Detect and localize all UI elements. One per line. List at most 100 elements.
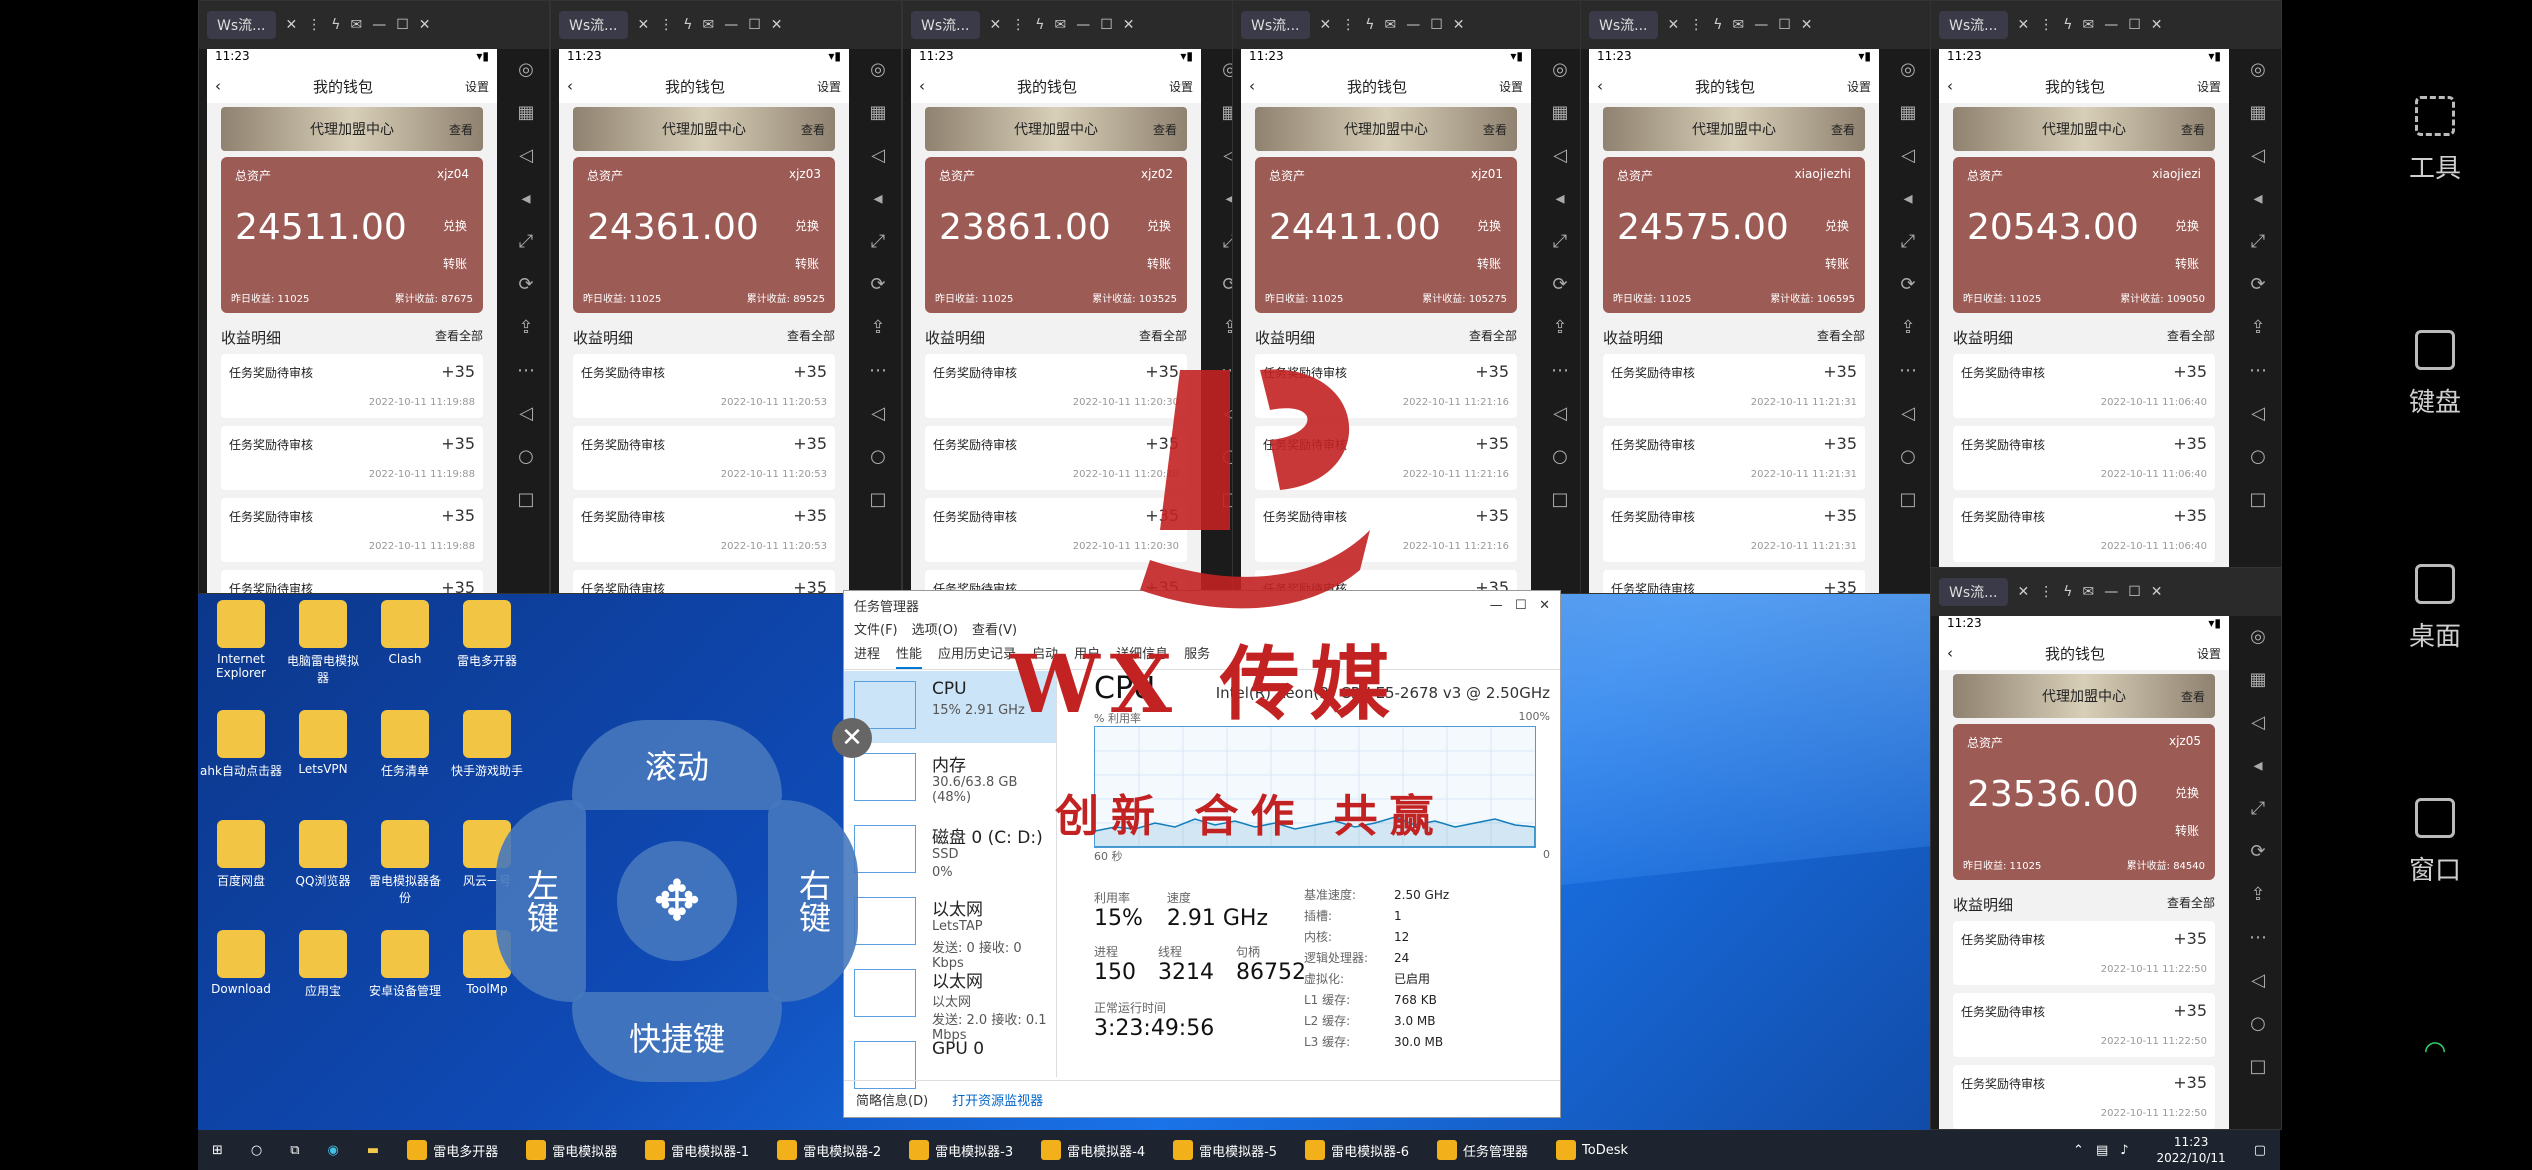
list-item[interactable]: 任务奖励待审核 +35 2022-10-11 11:19:88 <box>221 570 483 593</box>
exchange-button[interactable]: 兑换 <box>443 219 467 233</box>
fullscreen-icon[interactable]: ⤢ <box>871 231 885 252</box>
volume-down-icon[interactable]: ◂ <box>1555 188 1564 209</box>
recent-nav-icon[interactable]: □ <box>1551 489 1568 510</box>
install-icon[interactable]: ⇪ <box>1552 317 1567 338</box>
desktop-icon[interactable]: QQ浏览器 <box>282 820 364 889</box>
back-nav-icon[interactable]: ◁ <box>2251 970 2265 991</box>
desktop-icon[interactable]: 雷电多开器 <box>446 600 528 669</box>
exchange-button[interactable]: 兑换 <box>1477 219 1501 233</box>
resource-item[interactable]: 磁盘 0 (C: D:) SSD 0% <box>844 815 1056 887</box>
emulator-window[interactable]: Ws流... ✕ ⋮ ϟ ✉ — ☐ ✕ 11:23 ▾▮ ‹ 我的钱包 设置 代… <box>1930 0 2282 594</box>
list-item[interactable]: 任务奖励待审核 +35 2022-10-11 11:20:53 <box>573 570 835 593</box>
window-controls[interactable]: — ☐ ✕ <box>1490 598 1550 613</box>
tab-processes[interactable]: 进程 <box>854 643 880 669</box>
system-tray[interactable]: ⌃ ▤ ♪ <box>2059 1130 2143 1170</box>
left-click-button[interactable]: 左键 <box>496 800 586 1002</box>
more-icon[interactable]: ⋮ <box>2039 584 2053 600</box>
settings-link[interactable]: 设置 <box>2197 645 2221 662</box>
view-link[interactable]: 查看 <box>1831 121 1855 138</box>
minimize-icon[interactable]: — <box>2104 17 2118 33</box>
list-item[interactable]: 任务奖励待审核 +35 2022-10-11 11:22:50 <box>1953 993 2215 1057</box>
minimize-icon[interactable]: — <box>1754 17 1768 33</box>
list-item[interactable]: 任务奖励待审核 +35 2022-10-11 11:19:88 <box>221 498 483 562</box>
close-icon[interactable]: ✕ <box>2018 584 2030 600</box>
exchange-button[interactable]: 兑换 <box>2175 219 2199 233</box>
bolt-icon[interactable]: ϟ <box>2063 17 2072 33</box>
close-window-icon[interactable]: ✕ <box>771 17 783 33</box>
mail-icon[interactable]: ✉ <box>1732 17 1744 33</box>
taskbar-app[interactable]: 雷电模拟器-5 <box>1159 1130 1291 1170</box>
list-item[interactable]: 任务奖励待审核 +35 2022-10-11 11:06:40 <box>1953 498 2215 562</box>
back-nav-icon[interactable]: ◁ <box>519 403 533 424</box>
taskbar-app[interactable]: 雷电多开器 <box>393 1130 512 1170</box>
close-icon[interactable]: ✕ <box>990 17 1002 33</box>
install-icon[interactable]: ⇪ <box>2250 317 2265 338</box>
agent-banner[interactable]: 代理加盟中心 查看 <box>573 107 835 151</box>
tools-button[interactable]: 工具 <box>2380 96 2490 185</box>
more-icon[interactable]: ⋮ <box>659 17 673 33</box>
taskbar-app[interactable]: 雷电模拟器-3 <box>895 1130 1027 1170</box>
settings-link[interactable]: 设置 <box>1847 78 1871 95</box>
more-icon[interactable]: ⋯ <box>2249 927 2267 948</box>
emulator-tab[interactable]: Ws流... <box>1939 11 2008 39</box>
emulator-window[interactable]: Ws流... ✕ ⋮ ϟ ✉ — ☐ ✕ 11:23 ▾▮ ‹ 我的钱包 设置 代… <box>1930 567 2282 1130</box>
desktop-icon[interactable]: 安卓设备管理 <box>364 930 446 999</box>
more-icon[interactable]: ⋯ <box>1551 360 1569 381</box>
close-window-icon[interactable]: ✕ <box>2151 17 2163 33</box>
more-icon[interactable]: ⋯ <box>2249 360 2267 381</box>
tab-performance[interactable]: 性能 <box>896 643 923 669</box>
desktop-icon[interactable]: LetsVPN <box>282 710 364 776</box>
emulator-tab[interactable]: Ws流... <box>1241 11 1310 39</box>
emulator-titlebar[interactable]: Ws流... ✕ ⋮ ϟ ✉ — ☐ ✕ <box>199 1 549 49</box>
menu-options[interactable]: 选项(O) <box>912 619 958 643</box>
fullscreen-icon[interactable]: ⤢ <box>2251 798 2265 819</box>
volume-icon[interactable]: ◁ <box>2251 712 2265 733</box>
phone-screen[interactable]: 11:23 ▾▮ ‹ 我的钱包 设置 代理加盟中心 查看 总资产 xjz05 23… <box>1939 616 2229 1129</box>
keyboard-icon[interactable]: ▦ <box>2249 102 2266 123</box>
close-window-icon[interactable]: ✕ <box>419 17 431 33</box>
view-link[interactable]: 查看 <box>1483 121 1507 138</box>
emulator-titlebar[interactable]: Ws流... ✕ ⋮ ϟ ✉ — ☐ ✕ <box>1931 1 2281 49</box>
desktop-icon[interactable]: 百度网盘 <box>200 820 282 889</box>
close-window-icon[interactable]: ✕ <box>2151 584 2163 600</box>
desktop-icon[interactable]: 任务清单 <box>364 710 446 779</box>
taskbar-app[interactable]: 雷电模拟器-2 <box>763 1130 895 1170</box>
minimize-icon[interactable]: — <box>724 17 738 33</box>
rotate-icon[interactable]: ⟳ <box>2250 274 2265 295</box>
home-nav-icon[interactable]: ○ <box>870 446 886 467</box>
see-all-link[interactable]: 查看全部 <box>1469 327 1517 348</box>
more-icon[interactable]: ⋮ <box>1011 17 1025 33</box>
agent-banner[interactable]: 代理加盟中心 查看 <box>925 107 1187 151</box>
edge-button[interactable]: ◉ <box>314 1130 353 1170</box>
volume-icon[interactable]: ◁ <box>1553 145 1567 166</box>
emulator-window[interactable]: Ws流... ✕ ⋮ ϟ ✉ — ☐ ✕ 11:23 ▾▮ ‹ 我的钱包 设置 代… <box>1580 0 1932 594</box>
keyboard-icon[interactable]: ▦ <box>2249 669 2266 690</box>
tab-app-history[interactable]: 应用历史记录 <box>938 643 1016 669</box>
phone-screen[interactable]: 11:23 ▾▮ ‹ 我的钱包 设置 代理加盟中心 查看 总资产 xiaojiez… <box>1939 49 2229 593</box>
explorer-button[interactable]: ▬ <box>353 1130 393 1170</box>
more-icon[interactable]: ⋮ <box>307 17 321 33</box>
open-resource-monitor-link[interactable]: 打开资源监视器 <box>952 1090 1043 1109</box>
agent-banner[interactable]: 代理加盟中心 查看 <box>1953 107 2215 151</box>
joystick-overlay[interactable]: 滚动 左键 右键 快捷键 ✥ <box>496 720 858 1082</box>
volume-down-icon[interactable]: ◂ <box>521 188 530 209</box>
emulator-titlebar[interactable]: Ws流... ✕ ⋮ ϟ ✉ — ☐ ✕ <box>551 1 901 49</box>
list-item[interactable]: 任务奖励待审核 +35 2022-10-11 11:21:31 <box>1603 498 1865 562</box>
emulator-tab[interactable]: Ws流... <box>1939 578 2008 606</box>
start-button[interactable]: ⊞ <box>198 1130 237 1170</box>
mail-icon[interactable]: ✉ <box>2082 584 2094 600</box>
keyboard-icon[interactable]: ▦ <box>1899 102 1916 123</box>
agent-banner[interactable]: 代理加盟中心 查看 <box>1953 674 2215 718</box>
minimize-icon[interactable]: — <box>1076 17 1090 33</box>
minimize-icon[interactable]: — <box>372 17 386 33</box>
list-item[interactable]: 任务奖励待审核 +35 2022-10-11 11:06:40 <box>1953 426 2215 490</box>
more-icon[interactable]: ⋯ <box>1899 360 1917 381</box>
settings-link[interactable]: 设置 <box>817 78 841 95</box>
list-item[interactable]: 任务奖励待审核 +35 2022-10-11 11:22:50 <box>1953 1065 2215 1129</box>
record-icon[interactable]: ◎ <box>518 59 534 80</box>
bolt-icon[interactable]: ϟ <box>683 17 692 33</box>
search-button[interactable]: ○ <box>237 1130 276 1170</box>
list-item[interactable]: 任务奖励待审核 +35 2022-10-11 11:21:31 <box>1603 570 1865 593</box>
rotate-icon[interactable]: ⟳ <box>2250 841 2265 862</box>
back-icon[interactable]: ‹ <box>1947 644 1953 662</box>
